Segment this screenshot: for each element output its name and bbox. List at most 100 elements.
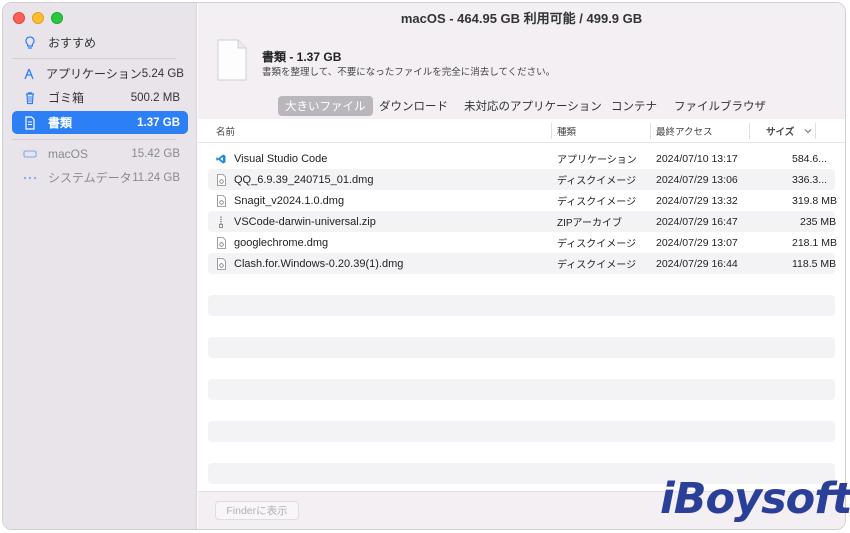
file-name: QQ_6.9.39_240715_01.dmg [234,173,374,186]
tab-bar: 大きいファイル ダウンロード 未対応のアプリケーション コンテナ ファイルブラウ… [198,93,845,119]
sidebar-item-label: macOS [48,146,89,161]
app-window: おすすめ アプリケーション 5.24 GB ゴミ箱 500.2 MB 書類 1.… [2,2,846,530]
sidebar-item-trash[interactable]: ゴミ箱 500.2 MB [12,86,188,109]
sidebar-divider [12,139,176,140]
empty-row [208,379,835,400]
file-name-cell: Clash.for.Windows-0.20.39(1).dmg [216,253,403,274]
disk-image-icon [216,173,226,186]
document-large-icon [216,39,248,81]
file-kind: ディスクイメージ [557,197,637,208]
sidebar-item-recommended[interactable]: おすすめ [12,31,188,54]
column-divider [650,123,651,139]
sidebar-item-size: 11.24 GB [132,171,180,184]
file-last-access: 2024/07/29 16:47 [656,215,738,228]
applications-icon [22,67,36,81]
file-size: 235 MB [800,215,837,228]
sidebar-item-label: おすすめ [48,36,97,50]
column-size[interactable]: サイズ [766,119,794,143]
iboysoft-watermark-logo: iBoysoft [660,474,850,524]
table-row[interactable]: googlechrome.dmg ディスクイメージ 2024/07/29 13:… [208,232,837,253]
sidebar-item-label: ゴミ箱 [48,91,85,105]
column-divider [749,123,750,139]
file-kind: ディスクイメージ [557,176,637,187]
file-last-access: 2024/07/29 13:06 [656,173,738,186]
sidebar-item-size: 500.2 MB [130,91,180,104]
sidebar-item-size: 1.37 GB [137,116,180,129]
tab-file-browser[interactable]: ファイルブラウザ [667,96,773,116]
column-kind[interactable]: 種類 [557,119,576,143]
close-window-button[interactable] [13,12,25,24]
file-name: Visual Studio Code [234,152,328,165]
empty-row [208,295,835,316]
sidebar-divider [12,58,176,59]
file-size: 336.3... [792,173,828,186]
sidebar-item-size: 5.24 GB [141,67,184,80]
disk-image-icon [216,257,226,270]
window-title: macOS - 464.95 GB 利用可能 / 499.9 GB [198,3,845,31]
empty-row [208,337,835,358]
table-row[interactable]: Visual Studio Code アプリケーション 2024/07/10 1… [208,148,835,169]
sidebar-item-macos[interactable]: macOS 15.42 GB [12,142,188,165]
file-kind: アプリケーション [557,155,637,166]
tab-unsupported-apps[interactable]: 未対応のアプリケーション [457,96,609,116]
column-divider [551,123,552,139]
table-row[interactable]: VSCode-darwin-universal.zip ZIPアーカイブ 202… [208,211,837,232]
lightbulb-icon [22,35,38,50]
file-name-cell: VSCode-darwin-universal.zip [216,211,376,232]
file-list: Visual Studio Code アプリケーション 2024/07/10 1… [208,148,837,274]
content-header: 書類 - 1.37 GB 書類を整理して、不要になったファイルを完全に消去してく… [198,31,845,93]
empty-row [208,421,835,442]
sidebar-item-applications[interactable]: アプリケーション 5.24 GB [12,62,188,85]
show-in-finder-button[interactable]: Finderに表示 [215,501,299,520]
column-last-access[interactable]: 最終アクセス [656,119,713,143]
sidebar-item-label: 書類 [48,116,73,130]
file-name-cell: Snagit_v2024.1.0.dmg [216,190,344,211]
table-row[interactable]: Snagit_v2024.1.0.dmg ディスクイメージ 2024/07/29… [208,190,837,211]
disk-image-icon [216,194,226,207]
ellipsis-icon [22,175,38,181]
page-title: 書類 - 1.37 GB [262,50,342,64]
page-description: 書類を整理して、不要になったファイルを完全に消去してください。 [262,67,556,78]
sidebar-item-documents[interactable]: 書類 1.37 GB [12,111,188,134]
file-kind: ディスクイメージ [557,239,637,250]
file-size: 218.1 MB [792,236,837,249]
vscode-icon [216,153,226,165]
traffic-lights [13,12,63,24]
file-name-cell: Visual Studio Code [216,148,327,169]
file-name-cell: googlechrome.dmg [216,232,328,253]
file-name: Snagit_v2024.1.0.dmg [234,194,345,207]
zip-icon [216,216,226,228]
file-last-access: 2024/07/29 13:32 [656,194,738,207]
file-last-access: 2024/07/29 16:44 [656,257,738,270]
file-size: 319.8 MB [792,194,837,207]
tab-large-files[interactable]: 大きいファイル [278,96,373,116]
sidebar-item-system-data[interactable]: システムデータ 11.24 GB [12,166,188,189]
file-size: 118.5 MB [792,257,837,270]
zoom-window-button[interactable] [51,12,63,24]
table-row[interactable]: QQ_6.9.39_240715_01.dmg ディスクイメージ 2024/07… [208,169,835,190]
file-name: VSCode-darwin-universal.zip [234,215,376,228]
sidebar: おすすめ アプリケーション 5.24 GB ゴミ箱 500.2 MB 書類 1.… [3,3,197,529]
file-name: googlechrome.dmg [234,236,329,249]
file-kind: ZIPアーカイブ [557,218,622,229]
disk-image-icon [216,236,226,249]
table-header: 名前 種類 最終アクセス サイズ [198,119,845,143]
minimize-window-button[interactable] [32,12,44,24]
file-name-cell: QQ_6.9.39_240715_01.dmg [216,169,373,190]
file-last-access: 2024/07/10 13:17 [656,152,738,165]
document-icon [22,115,38,130]
tab-containers[interactable]: コンテナ [604,96,664,116]
file-size: 584.6... [792,152,828,165]
table-row[interactable]: Clash.for.Windows-0.20.39(1).dmg ディスクイメー… [208,253,837,274]
sidebar-item-label: アプリケーション [46,67,142,81]
file-kind: ディスクイメージ [557,260,637,271]
sort-descending-icon[interactable] [804,119,812,143]
main-pane: macOS - 464.95 GB 利用可能 / 499.9 GB 書類 - 1… [198,3,845,529]
disk-icon [22,149,38,159]
column-name[interactable]: 名前 [216,119,235,143]
trash-icon [22,91,38,105]
sidebar-item-label: システムデータ [48,171,132,185]
tab-downloads[interactable]: ダウンロード [372,96,455,116]
file-last-access: 2024/07/29 13:07 [656,236,738,249]
sidebar-item-size: 15.42 GB [131,147,180,160]
